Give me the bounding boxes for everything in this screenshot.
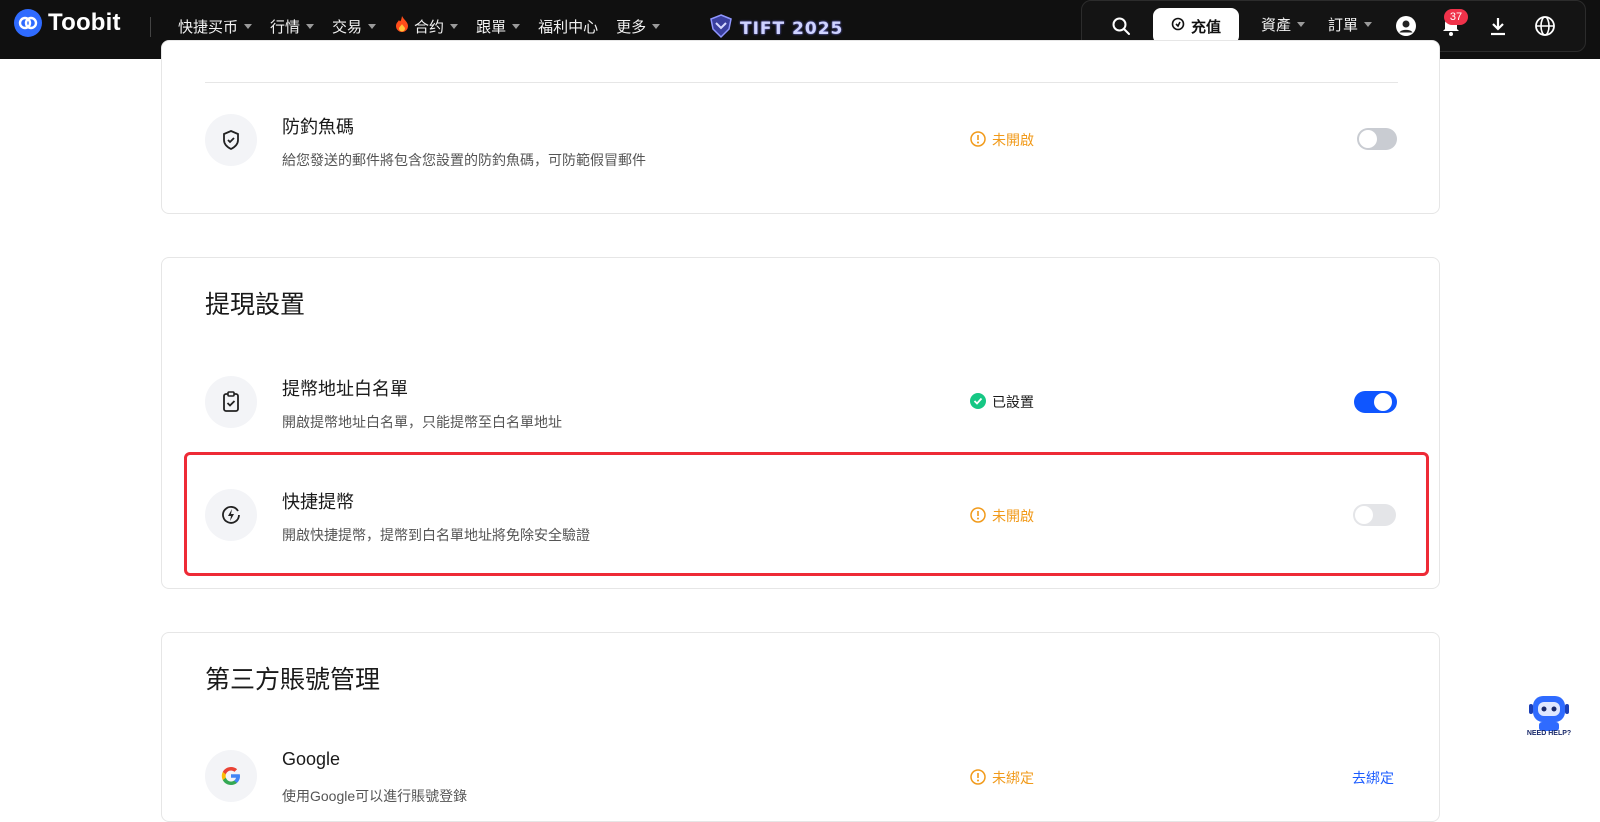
nav-markets[interactable]: 行情 <box>270 16 315 37</box>
chevron-down-icon <box>512 23 521 29</box>
nav-divider <box>150 17 151 37</box>
highlight-box <box>184 452 1429 576</box>
fire-icon <box>394 15 410 37</box>
help-bot-button[interactable]: NEED HELP? <box>1524 690 1574 740</box>
chevron-down-icon <box>368 23 377 29</box>
toggle-knob <box>1355 506 1373 524</box>
nav-trade[interactable]: 交易 <box>332 16 377 37</box>
warning-info-icon <box>970 130 986 150</box>
orders-menu[interactable]: 訂單 <box>1328 14 1373 35</box>
nav-quick-buy[interactable]: 快捷买币 <box>178 16 253 37</box>
whitelist-status-text: 已設置 <box>992 394 1034 410</box>
search-icon[interactable] <box>1109 14 1133 38</box>
whitelist-description: 開啟提幣地址白名單，只能提幣至白名單地址 <box>282 414 562 430</box>
assets-label: 資產 <box>1261 17 1292 34</box>
toggle-knob <box>1359 130 1377 148</box>
quick-withdraw-toggle[interactable] <box>1353 504 1396 526</box>
globe-icon[interactable] <box>1533 14 1557 38</box>
anti-phishing-title: 防釣魚碼 <box>282 117 354 137</box>
nav-more-label: 更多 <box>616 18 647 36</box>
shield-check-icon <box>205 114 257 166</box>
google-status: 未綁定 <box>970 768 1034 788</box>
anti-phishing-status: 未開啟 <box>970 130 1034 150</box>
notification-count-badge: 37 <box>1444 9 1468 25</box>
nav-quick-buy-label: 快捷买币 <box>178 18 239 36</box>
lightning-circle-icon <box>205 489 257 541</box>
quick-withdraw-status-text: 未開啟 <box>992 508 1034 524</box>
toggle-knob <box>1374 393 1392 411</box>
event-banner-text: TIFT 2025 <box>740 18 844 39</box>
nav-trade-label: 交易 <box>332 18 363 36</box>
quick-withdraw-status: 未開啟 <box>970 506 1034 526</box>
brand-logo[interactable]: Toobit <box>14 9 121 37</box>
third-party-title: 第三方賬號管理 <box>205 666 381 694</box>
deposit-icon <box>1171 17 1185 35</box>
google-icon <box>205 750 257 802</box>
deposit-button[interactable]: 充值 <box>1153 8 1239 44</box>
google-description: 使用Google可以進行賬號登錄 <box>282 788 468 804</box>
withdraw-settings-title: 提現設置 <box>205 291 306 319</box>
toobit-logo-icon <box>14 9 42 37</box>
deposit-label: 充值 <box>1190 18 1221 36</box>
whitelist-title: 提幣地址白名單 <box>282 379 408 399</box>
anti-phishing-toggle[interactable] <box>1357 128 1397 150</box>
google-status-text: 未綁定 <box>992 770 1034 786</box>
user-avatar-icon[interactable] <box>1394 14 1418 38</box>
bind-google-link[interactable]: 去綁定 <box>1352 768 1394 788</box>
chevron-down-icon <box>1364 22 1373 27</box>
clipboard-check-icon <box>205 376 257 428</box>
divider <box>205 82 1398 83</box>
quick-withdraw-description: 開啟快捷提幣，提幣到白名單地址將免除安全驗證 <box>282 527 590 543</box>
anti-phishing-description: 給您發送的郵件將包含您設置的防釣魚碼，可防範假冒郵件 <box>282 152 646 168</box>
whitelist-status: 已設置 <box>970 392 1034 412</box>
orders-label: 訂單 <box>1328 17 1359 34</box>
warning-info-icon <box>970 768 986 788</box>
quick-withdraw-title: 快捷提幣 <box>282 492 354 512</box>
whitelist-toggle[interactable] <box>1354 391 1397 413</box>
nav-markets-label: 行情 <box>270 18 301 36</box>
nav-more[interactable]: 更多 <box>616 16 661 37</box>
download-icon[interactable] <box>1486 14 1510 38</box>
check-circle-icon <box>970 392 986 412</box>
chevron-down-icon <box>450 23 459 29</box>
nav-copy-trade-label: 跟單 <box>476 18 507 36</box>
chevron-down-icon <box>306 23 315 29</box>
anti-phishing-status-text: 未開啟 <box>992 132 1034 148</box>
chevron-down-icon <box>1297 22 1306 27</box>
help-bot-label: NEED HELP? <box>1526 730 1572 737</box>
nav-copy-trade[interactable]: 跟單 <box>476 16 521 37</box>
warning-info-icon <box>970 506 986 526</box>
brand-name: Toobit <box>48 9 121 36</box>
nav-futures-label: 合约 <box>414 18 445 36</box>
nav-rewards-center[interactable]: 福利中心 <box>538 16 598 37</box>
google-title: Google <box>282 749 341 769</box>
assets-menu[interactable]: 資產 <box>1261 14 1306 35</box>
chevron-down-icon <box>244 23 253 29</box>
nav-futures[interactable]: 合约 <box>394 15 459 37</box>
nav-rewards-center-label: 福利中心 <box>538 18 599 36</box>
chevron-down-icon <box>652 23 661 29</box>
